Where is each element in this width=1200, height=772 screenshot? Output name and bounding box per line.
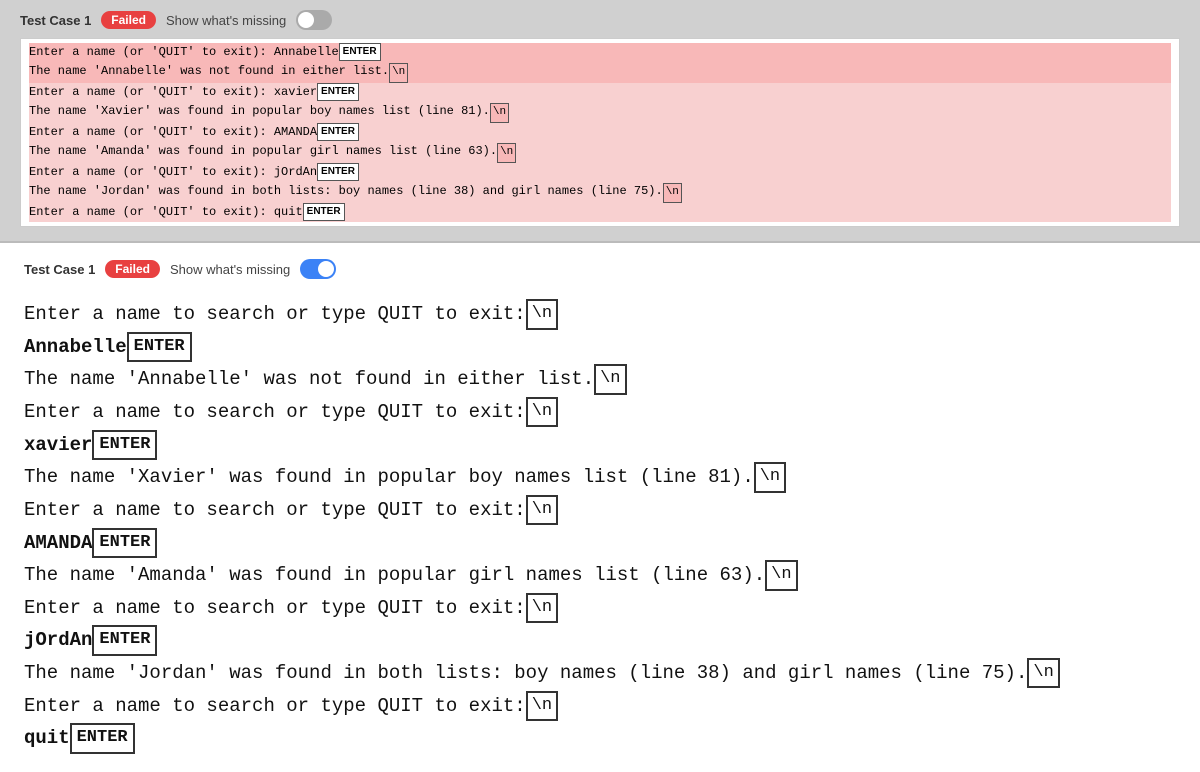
compact-line-6: The name 'Amanda' was found in popular g… bbox=[29, 142, 1171, 163]
compact-line-9: Enter a name (or 'QUIT' to exit): quitEN… bbox=[29, 203, 1171, 222]
big-newline-1: \n bbox=[526, 299, 558, 329]
big-newline-3: \n bbox=[526, 397, 558, 427]
bottom-test-label: Test Case 1 bbox=[24, 262, 95, 277]
compact-output: Enter a name (or 'QUIT' to exit): Annabe… bbox=[20, 38, 1180, 227]
big-enter-3: ENTER bbox=[92, 528, 157, 558]
bottom-failed-badge: Failed bbox=[105, 260, 160, 278]
output-area: Enter a name to search or type QUIT to e… bbox=[24, 299, 1176, 754]
compact-line-2: The name 'Annabelle' was not found in ei… bbox=[29, 62, 1171, 83]
compact-line-5: Enter a name (or 'QUIT' to exit): AMANDA… bbox=[29, 123, 1171, 142]
big-newline-5: \n bbox=[526, 495, 558, 525]
big-newline-4: \n bbox=[754, 462, 786, 492]
big-newline-9: \n bbox=[526, 691, 558, 721]
output-line-response-3: The name 'Amanda' was found in popular g… bbox=[24, 560, 1176, 591]
top-test-header: Test Case 1 Failed Show what's missing bbox=[20, 10, 1180, 30]
output-line-prompt-1: Enter a name to search or type QUIT to e… bbox=[24, 299, 1176, 330]
output-line-prompt-3: Enter a name to search or type QUIT to e… bbox=[24, 495, 1176, 526]
enter-box-4: ENTER bbox=[317, 163, 359, 181]
big-newline-6: \n bbox=[765, 560, 797, 590]
enter-box: ENTER bbox=[339, 43, 381, 61]
compact-line-4: The name 'Xavier' was found in popular b… bbox=[29, 102, 1171, 123]
output-line-prompt-4: Enter a name to search or type QUIT to e… bbox=[24, 593, 1176, 624]
enter-box-3: ENTER bbox=[317, 123, 359, 141]
big-newline-7: \n bbox=[526, 593, 558, 623]
output-line-prompt-5: Enter a name to search or type QUIT to e… bbox=[24, 691, 1176, 722]
newline-box: \n bbox=[389, 63, 408, 83]
top-failed-badge: Failed bbox=[101, 11, 156, 29]
enter-box-5: ENTER bbox=[303, 203, 345, 221]
newline-box-3: \n bbox=[497, 143, 516, 163]
top-test-label: Test Case 1 bbox=[20, 13, 91, 28]
output-line-user-5: quitENTER bbox=[24, 723, 1176, 754]
compact-line-8: The name 'Jordan' was found in both list… bbox=[29, 182, 1171, 203]
output-line-response-2: The name 'Xavier' was found in popular b… bbox=[24, 462, 1176, 493]
output-line-user-2: xavierENTER bbox=[24, 430, 1176, 461]
compact-line-7: Enter a name (or 'QUIT' to exit): jOrdAn… bbox=[29, 163, 1171, 182]
top-panel: Test Case 1 Failed Show what's missing E… bbox=[0, 0, 1200, 241]
compact-line-3: Enter a name (or 'QUIT' to exit): xavier… bbox=[29, 83, 1171, 102]
compact-line-1: Enter a name (or 'QUIT' to exit): Annabe… bbox=[29, 43, 1171, 62]
bottom-test-header: Test Case 1 Failed Show what's missing bbox=[24, 259, 1176, 279]
output-line-prompt-2: Enter a name to search or type QUIT to e… bbox=[24, 397, 1176, 428]
bottom-toggle[interactable] bbox=[300, 259, 336, 279]
big-enter-5: ENTER bbox=[70, 723, 135, 753]
output-line-response-1: The name 'Annabelle' was not found in ei… bbox=[24, 364, 1176, 395]
enter-box-2: ENTER bbox=[317, 83, 359, 101]
output-line-user-1: AnnabelleENTER bbox=[24, 332, 1176, 363]
bottom-panel: Test Case 1 Failed Show what's missing E… bbox=[0, 243, 1200, 772]
output-line-response-4: The name 'Jordan' was found in both list… bbox=[24, 658, 1176, 689]
big-enter-1: ENTER bbox=[127, 332, 192, 362]
newline-box-2: \n bbox=[490, 103, 509, 123]
output-line-user-3: AMANDAENTER bbox=[24, 528, 1176, 559]
big-enter-2: ENTER bbox=[92, 430, 157, 460]
big-newline-8: \n bbox=[1027, 658, 1059, 688]
bottom-show-missing-label: Show what's missing bbox=[170, 262, 290, 277]
top-toggle[interactable] bbox=[296, 10, 332, 30]
output-line-user-4: jOrdAnENTER bbox=[24, 625, 1176, 656]
big-enter-4: ENTER bbox=[92, 625, 157, 655]
newline-box-4: \n bbox=[663, 183, 682, 203]
top-show-missing-label: Show what's missing bbox=[166, 13, 286, 28]
big-newline-2: \n bbox=[594, 364, 626, 394]
